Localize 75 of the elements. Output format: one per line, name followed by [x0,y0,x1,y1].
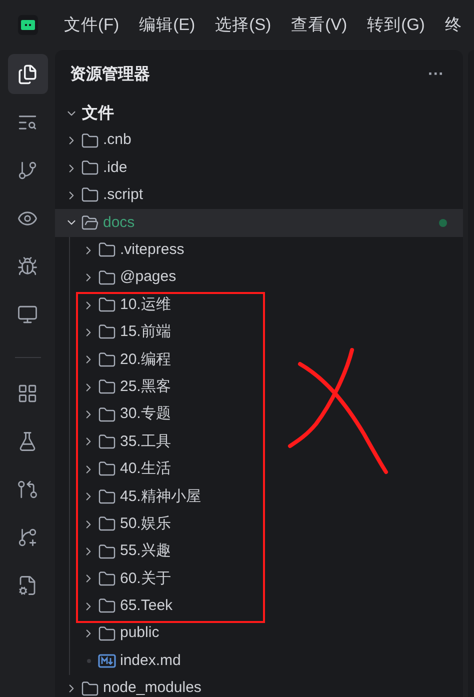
item-label: 60.关于 [120,568,171,589]
item-label: 30.专题 [120,404,171,424]
folder-icon [81,159,99,178]
item-label: 25.黑客 [120,376,171,397]
item-label: 50.娱乐 [120,514,171,534]
folder-icon [98,515,116,534]
menu-item[interactable]: 文件(F) [64,12,120,38]
item-label: 65.Teek [120,596,173,616]
item-label: 40.生活 [120,459,171,480]
tree-item[interactable]: 25.黑客 [55,374,463,401]
folder-icon [98,432,116,451]
tree-item[interactable]: @pages [55,264,463,292]
markdown-file-icon [98,654,116,668]
menu-item[interactable]: 终 [444,12,462,38]
folder-icon [81,132,99,150]
folder-icon [98,378,116,396]
tree-item[interactable]: docs [55,209,463,237]
tree-item[interactable]: index.md [55,647,463,675]
tree-item[interactable]: 65.Teek [55,592,463,620]
panel-title: 资源管理器 [70,64,150,85]
menu-item[interactable]: 查看(V) [291,12,348,38]
folder-icon [98,624,116,643]
tree-item[interactable]: 50.娱乐 [55,510,463,538]
item-label: 35.工具 [120,432,171,452]
folder-icon [81,186,99,204]
item-label: node_modules [103,678,202,697]
item-label: .vitepress [120,240,184,260]
folder-icon [98,406,116,424]
folder-icon [98,488,116,506]
menu-item[interactable]: 选择(S) [215,12,272,38]
item-label: @pages [120,267,176,288]
app-logo-icon [18,15,38,35]
tree-item[interactable]: 20.编程 [55,346,463,374]
item-label: .cnb [103,130,132,150]
files-icon[interactable] [8,54,48,94]
folder-icon [98,241,116,260]
item-label: 55.兴趣 [120,541,171,562]
tree-item[interactable]: 35.工具 [55,428,463,456]
folder-icon [98,570,116,588]
folder-icon [98,597,116,616]
tree-item[interactable]: 55.兴趣 [55,538,463,566]
item-label: 10.运维 [120,294,171,315]
open-folder-icon [81,214,99,232]
menu-item[interactable]: 编辑(E) [139,12,196,38]
tree-item[interactable]: 45.精神小屋 [55,483,463,510]
section-header[interactable]: 文件 [55,100,463,127]
folder-icon [98,460,116,478]
tree-item[interactable]: 15.前端 [55,318,463,346]
item-label: index.md [120,650,181,671]
section-label: 文件 [82,103,114,124]
folder-icon [98,350,116,369]
folder-icon [98,268,116,287]
tree-item[interactable]: 40.生活 [55,456,463,484]
tree-item[interactable]: public [55,620,463,648]
item-label: .ide [103,158,128,178]
item-label: public [120,623,160,644]
tree-item[interactable]: .ide [55,154,463,182]
item-label: 15.前端 [120,322,171,342]
menu-item[interactable]: 转到(G) [367,12,425,38]
tree-item[interactable]: 30.专题 [55,400,463,428]
item-label: 45.精神小屋 [120,486,201,507]
folder-icon [98,542,116,561]
tree-item[interactable]: 60.关于 [55,565,463,593]
item-label: .script [103,185,144,206]
tree-item[interactable]: .script [55,182,463,210]
item-label: docs [103,212,135,233]
more-button[interactable]: ··· [428,63,444,87]
folder-icon [98,296,116,314]
item-label: 20.编程 [120,350,171,370]
folder-icon [81,680,99,697]
tree-item[interactable]: node_modules [55,674,463,697]
tree-item[interactable]: .cnb [55,127,463,154]
tree-item[interactable]: 10.运维 [55,291,463,319]
folder-icon [98,323,116,342]
tree-item[interactable]: .vitepress [55,236,463,264]
